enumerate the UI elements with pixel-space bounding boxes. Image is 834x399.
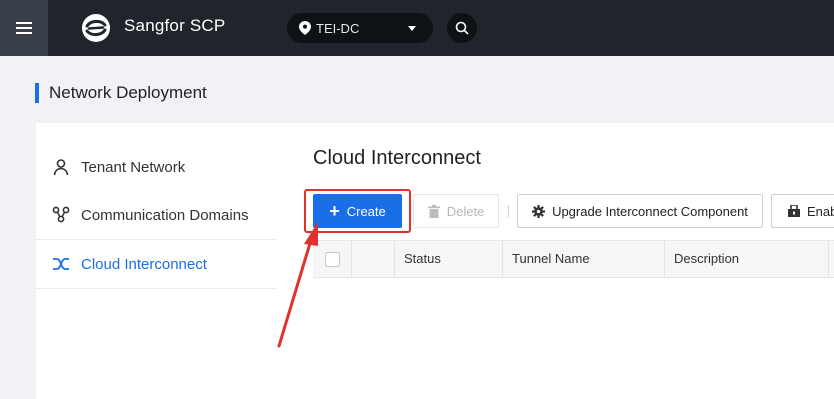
column-divider (828, 241, 829, 277)
sidebar: Tenant Network Communication Domains Clo… (36, 143, 276, 289)
column-header-status[interactable]: Status (404, 241, 441, 277)
column-divider (664, 241, 665, 277)
sangfor-logo (82, 14, 110, 42)
sidebar-item-tenant-network[interactable]: Tenant Network (36, 143, 276, 191)
nodes-icon (52, 206, 70, 223)
upgrade-interconnect-button[interactable]: Upgrade Interconnect Component (517, 194, 763, 228)
location-pin-icon (299, 21, 311, 35)
delete-button[interactable]: Delete (413, 194, 499, 228)
region-selector[interactable]: TEI-DC (287, 13, 433, 43)
sidebar-item-label: Communication Domains (81, 206, 249, 224)
column-divider (351, 241, 352, 277)
trash-icon (427, 204, 440, 218)
content-title: Cloud Interconnect (313, 147, 481, 169)
create-label: Create (346, 203, 386, 219)
sidebar-item-cloud-interconnect[interactable]: Cloud Interconnect (36, 239, 276, 289)
plus-icon: + (329, 201, 340, 221)
enable-label: Enab (807, 203, 834, 219)
toolbar-divider (508, 205, 509, 217)
upgrade-label: Upgrade Interconnect Component (552, 203, 748, 219)
column-header-tunnel-name[interactable]: Tunnel Name (512, 241, 590, 277)
delete-label: Delete (446, 203, 485, 219)
chevron-down-icon (408, 26, 416, 31)
user-icon (53, 159, 69, 176)
column-divider (502, 241, 503, 277)
sidebar-item-label: Tenant Network (81, 158, 186, 176)
table-header: Status Tunnel Name Description (313, 240, 834, 278)
search-icon (455, 21, 469, 35)
brand-name: Sangfor SCP (124, 16, 226, 35)
search-button[interactable] (447, 13, 477, 43)
gear-icon (532, 204, 546, 218)
main-panel: Tenant Network Communication Domains Clo… (36, 123, 834, 399)
hamburger-menu-icon[interactable] (0, 0, 48, 56)
region-label: TEI-DC (316, 20, 360, 36)
column-header-description[interactable]: Description (674, 241, 739, 277)
sidebar-item-label: Cloud Interconnect (81, 255, 207, 273)
sidebar-item-communication-domains[interactable]: Communication Domains (36, 191, 276, 239)
column-divider (394, 241, 395, 277)
top-bar: Sangfor SCP TEI-DC (0, 0, 834, 56)
create-button[interactable]: + Create (313, 194, 402, 228)
select-all-checkbox[interactable] (325, 252, 340, 267)
component-icon (788, 205, 800, 217)
interconnect-icon (53, 258, 69, 270)
page-title: Network Deployment (35, 83, 207, 103)
enable-button[interactable]: Enab (771, 194, 834, 228)
